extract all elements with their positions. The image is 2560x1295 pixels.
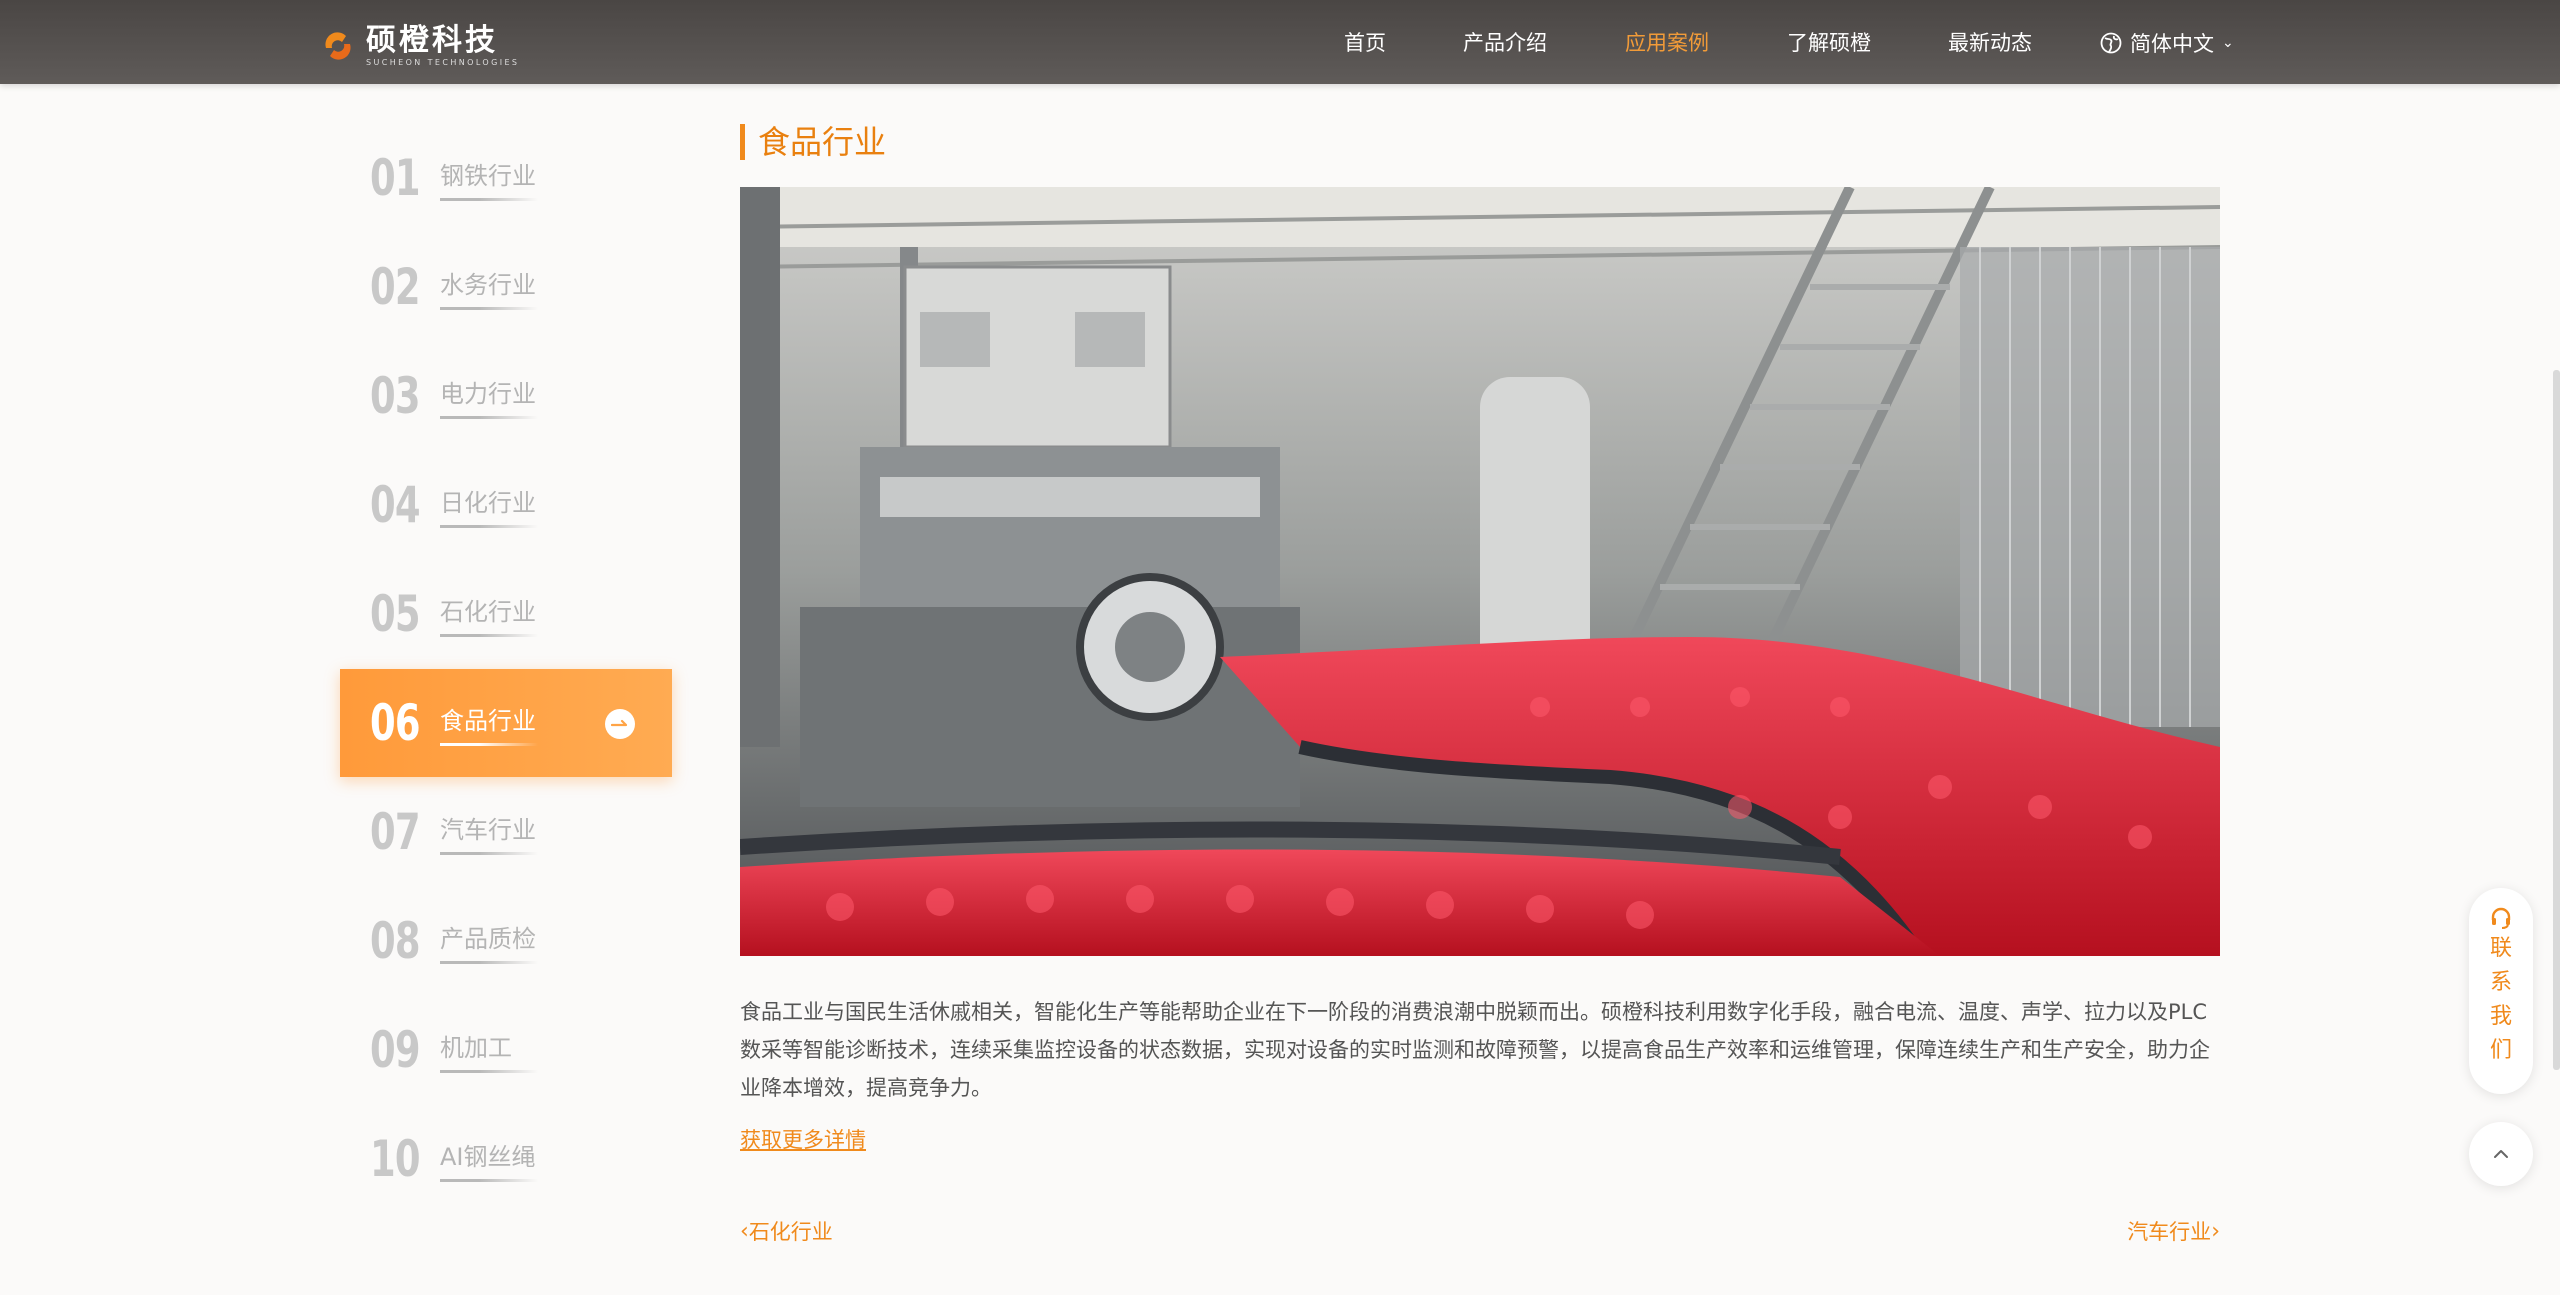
sidebar-item-underline bbox=[440, 1179, 538, 1182]
site-header: 硕橙科技 SUCHEON TECHNOLOGIES 首页 产品介绍 应用案例 了… bbox=[0, 0, 2560, 84]
back-to-top-button[interactable] bbox=[2469, 1122, 2533, 1186]
sidebar-item-label: 水务行业 bbox=[440, 271, 536, 299]
more-details-link[interactable]: 获取更多详情 bbox=[740, 1124, 866, 1156]
sidebar-item-power[interactable]: 03 电力行业 bbox=[340, 342, 672, 450]
chevron-left-icon: ‹ bbox=[740, 1219, 749, 1244]
sidebar-item-number: 10 bbox=[370, 1130, 421, 1188]
sidebar-item-machining[interactable]: 09 机加工 bbox=[340, 996, 672, 1104]
sidebar-item-label: 日化行业 bbox=[440, 489, 536, 517]
sidebar-item-underline bbox=[440, 961, 538, 964]
sidebar-item-number: 03 bbox=[370, 367, 421, 425]
sidebar-item-underline bbox=[440, 852, 538, 855]
sidebar-item-number: 01 bbox=[370, 149, 421, 207]
sidebar-item-food[interactable]: 06 食品行业 bbox=[340, 669, 672, 777]
page-title: 食品行业 bbox=[758, 123, 887, 161]
nav-news[interactable]: 最新动态 bbox=[1948, 27, 2032, 59]
sidebar-item-label: 钢铁行业 bbox=[440, 162, 536, 190]
sidebar-item-petrochemical[interactable]: 05 石化行业 bbox=[340, 560, 672, 668]
title-accent-bar bbox=[740, 124, 745, 160]
sidebar-item-number: 04 bbox=[370, 476, 421, 534]
sidebar-item-underline bbox=[440, 525, 538, 528]
sidebar-item-label: 石化行业 bbox=[440, 598, 536, 626]
sidebar-item-label: 产品质检 bbox=[440, 925, 536, 953]
sidebar-item-underline bbox=[440, 634, 538, 637]
sidebar-item-label: 食品行业 bbox=[440, 707, 536, 735]
next-industry-link[interactable]: 汽车行业 › bbox=[2127, 1216, 2220, 1248]
language-selector[interactable]: 简体中文 ⌄ bbox=[2100, 27, 2234, 59]
next-industry-label: 汽车行业 bbox=[2127, 1220, 2212, 1244]
sidebar-item-underline bbox=[440, 198, 538, 201]
sidebar-item-automotive[interactable]: 07 汽车行业 bbox=[340, 778, 672, 886]
nav-products[interactable]: 产品介绍 bbox=[1463, 27, 1547, 59]
scrollbar[interactable] bbox=[2553, 370, 2560, 1070]
sidebar-item-underline bbox=[440, 743, 538, 746]
sidebar-item-label: 汽车行业 bbox=[440, 816, 536, 844]
sidebar-item-label: AI钢丝绳 bbox=[440, 1143, 536, 1171]
sidebar-item-number: 09 bbox=[370, 1021, 421, 1079]
arrow-right-icon bbox=[605, 709, 635, 739]
chevron-down-icon: ⌄ bbox=[2222, 35, 2234, 51]
sidebar-item-number: 06 bbox=[370, 694, 421, 752]
contact-us-button[interactable]: 联系我们 bbox=[2469, 888, 2533, 1094]
description-text: 食品工业与国民生活休戚相关，智能化生产等能帮助企业在下一阶段的消费浪潮中脱颖而出… bbox=[740, 1000, 2210, 1100]
sidebar-item-quality-inspection[interactable]: 08 产品质检 bbox=[340, 887, 672, 995]
sidebar-item-number: 02 bbox=[370, 258, 421, 316]
sidebar-item-underline bbox=[440, 307, 538, 310]
sidebar-item-water[interactable]: 02 水务行业 bbox=[340, 233, 672, 341]
sidebar-item-underline bbox=[440, 416, 538, 419]
chevron-up-icon bbox=[2494, 1150, 2508, 1158]
sidebar-item-number: 07 bbox=[370, 803, 421, 861]
contact-us-label: 联系我们 bbox=[2490, 936, 2513, 1063]
sidebar-item-underline bbox=[440, 1070, 538, 1073]
globe-icon bbox=[2100, 32, 2122, 54]
sidebar-item-daily-chemical[interactable]: 04 日化行业 bbox=[340, 451, 672, 559]
sidebar-item-number: 05 bbox=[370, 585, 421, 643]
sidebar-item-number: 08 bbox=[370, 912, 421, 970]
prev-industry-link[interactable]: ‹ 石化行业 bbox=[740, 1216, 833, 1248]
sidebar-item-label: 电力行业 bbox=[440, 380, 536, 408]
headset-icon bbox=[2491, 907, 2511, 929]
sidebar-item-label: 机加工 bbox=[440, 1034, 512, 1062]
prev-industry-label: 石化行业 bbox=[748, 1220, 833, 1244]
sidebar-item-ai-wire-rope[interactable]: 10 AI钢丝绳 bbox=[340, 1105, 672, 1213]
nav-home[interactable]: 首页 bbox=[1344, 27, 1386, 59]
food-production-line-image bbox=[740, 187, 2220, 956]
sidebar-item-steel[interactable]: 01 钢铁行业 bbox=[340, 124, 672, 232]
nav-about[interactable]: 了解硕橙 bbox=[1787, 27, 1871, 59]
chevron-right-icon: › bbox=[2211, 1219, 2220, 1244]
language-label: 简体中文 bbox=[2130, 32, 2214, 56]
nav-cases[interactable]: 应用案例 bbox=[1625, 27, 1709, 59]
